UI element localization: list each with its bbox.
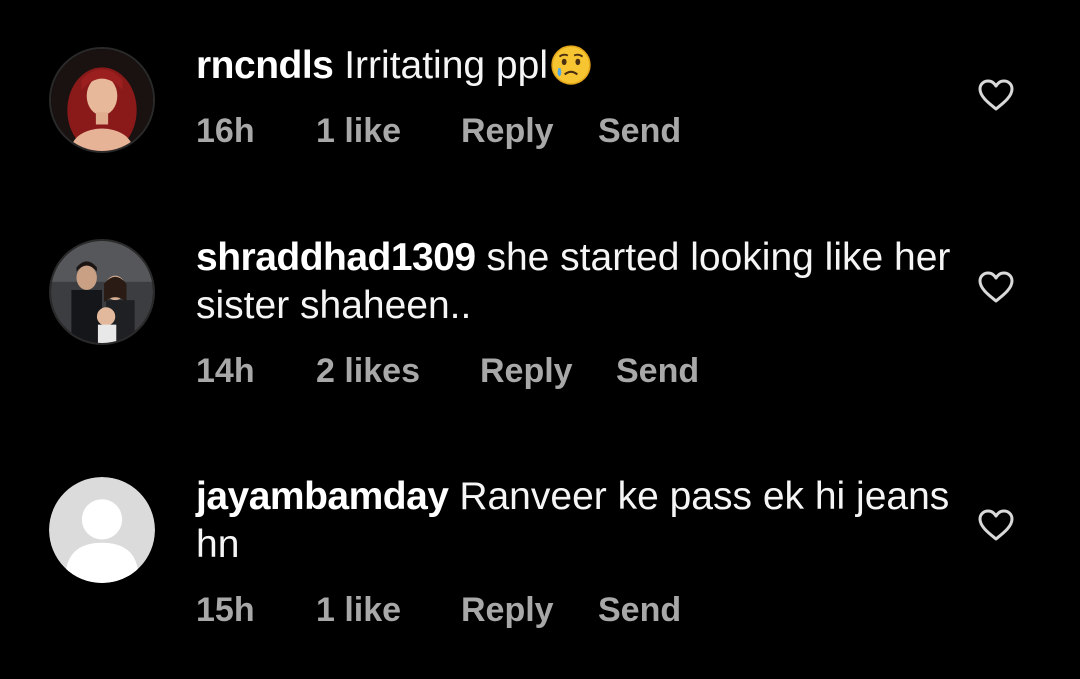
crying-face-icon	[551, 45, 591, 85]
reply-button[interactable]: Reply	[461, 591, 554, 630]
avatar-photo-woman-icon	[51, 49, 153, 151]
send-button[interactable]: Send	[616, 352, 699, 391]
comment-time: 16h	[196, 112, 255, 150]
comment-username[interactable]: shraddhad1309	[196, 236, 476, 279]
avatar[interactable]	[49, 477, 155, 583]
comment-body: Irritating ppl	[344, 44, 548, 87]
avatar[interactable]	[49, 47, 155, 153]
like-count[interactable]: 1 like	[316, 591, 401, 630]
comment-time: 15h	[196, 591, 255, 629]
heart-outline-icon	[978, 509, 1014, 541]
like-button[interactable]	[977, 78, 1015, 112]
reply-button[interactable]: Reply	[461, 112, 554, 151]
avatar-photo-family-icon	[51, 241, 153, 343]
like-count[interactable]: 1 like	[316, 112, 401, 151]
send-button[interactable]: Send	[598, 112, 681, 151]
comment-text: rncndls Irritating ppl	[196, 42, 956, 90]
send-button[interactable]: Send	[598, 591, 681, 630]
comment-time: 14h	[196, 352, 255, 390]
comment-username[interactable]: jayambamday	[196, 475, 449, 518]
comment-username[interactable]: rncndls	[196, 44, 334, 87]
heart-outline-icon	[978, 79, 1014, 111]
reply-button[interactable]: Reply	[480, 352, 573, 391]
comment-text: shraddhad1309 she started looking like h…	[196, 234, 956, 330]
like-count[interactable]: 2 likes	[316, 352, 420, 391]
default-profile-icon	[49, 477, 155, 583]
avatar[interactable]	[49, 239, 155, 345]
like-button[interactable]	[977, 508, 1015, 542]
comment-text: jayambamday Ranveer ke pass ek hi jeans …	[196, 473, 956, 569]
heart-outline-icon	[978, 271, 1014, 303]
like-button[interactable]	[977, 270, 1015, 304]
